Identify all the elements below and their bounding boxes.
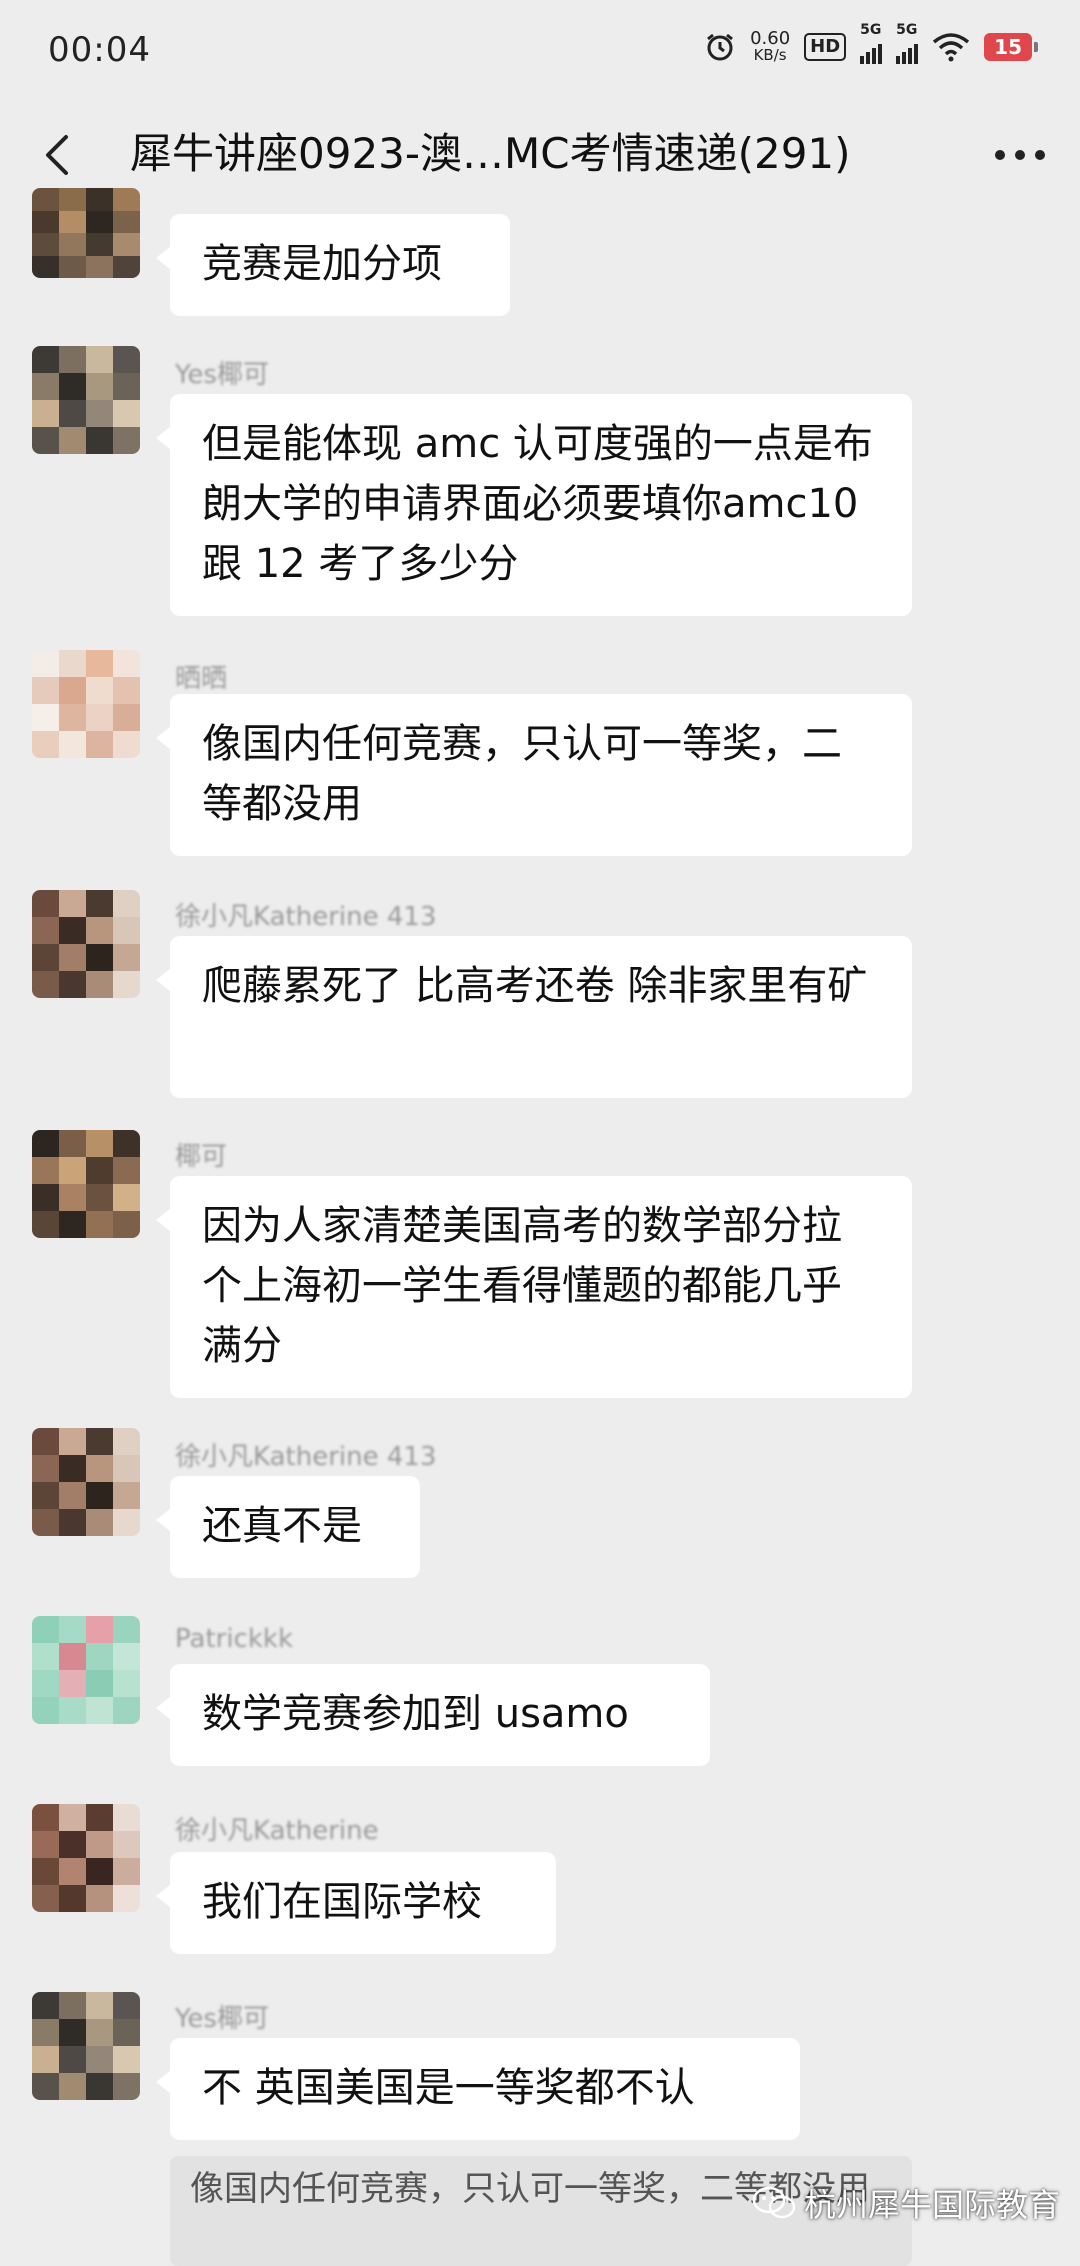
message-bubble[interactable]: 我们在国际学校 xyxy=(156,1852,556,1954)
sender-name: 徐小凡Katherine 413 xyxy=(175,902,437,932)
sender-name: 椰可 xyxy=(175,1142,228,1172)
avatar[interactable] xyxy=(32,1804,140,1912)
message-text: 我们在国际学校 xyxy=(202,1879,482,1925)
chat-header: 犀牛讲座0923-澳…MC考情速递(291) xyxy=(0,100,1080,210)
message-text: 爬藤累死了 比高考还卷 除非家里有矿 xyxy=(202,963,868,1009)
signal-icon-sim2: 5G xyxy=(896,22,919,64)
back-arrow-icon[interactable] xyxy=(30,125,90,185)
avatar[interactable] xyxy=(32,346,140,454)
message-bubble[interactable]: 但是能体现 amc 认可度强的一点是布朗大学的申请界面必须要填你amc10 跟 … xyxy=(156,394,912,616)
sim1-label: 5G xyxy=(860,22,882,38)
avatar[interactable] xyxy=(32,1130,140,1238)
message-text: 像国内任何竞赛，只认可一等奖，二等都没用 xyxy=(202,721,842,827)
wechat-icon xyxy=(752,2186,796,2219)
message-bubble[interactable]: 还真不是 xyxy=(156,1476,420,1578)
hd-badge: HD xyxy=(804,33,847,61)
chat-title: 犀牛讲座0923-澳…MC考情速递(291) xyxy=(130,129,851,178)
message-bubble[interactable]: 不 英国美国是一等奖都不认 xyxy=(156,2038,800,2140)
status-icons: 0.60 KB/s HD 5G 5G 15 xyxy=(704,22,1038,64)
message-text: 还真不是 xyxy=(202,1503,362,1549)
message-text: 数学竞赛参加到 usamo xyxy=(202,1691,629,1737)
more-options-icon[interactable] xyxy=(990,140,1050,170)
status-time: 00:04 xyxy=(48,30,151,70)
wifi-icon xyxy=(933,33,970,62)
sender-name: Yes椰可 xyxy=(175,2004,269,2034)
message-bubble[interactable]: 像国内任何竞赛，只认可一等奖，二等都没用 xyxy=(156,694,912,856)
battery-indicator: 15 xyxy=(984,33,1038,61)
watermark: 杭州犀牛国际教育 xyxy=(752,2180,1060,2226)
network-speed: 0.60 KB/s xyxy=(750,28,791,64)
avatar[interactable] xyxy=(32,890,140,998)
sender-name: Patrickkk xyxy=(175,1624,294,1654)
message-text: 但是能体现 amc 认可度强的一点是布朗大学的申请界面必须要填你amc10 跟 … xyxy=(202,421,873,587)
message-text: 因为人家清楚美国高考的数学部分拉个上海初一学生看得懂题的都能几乎满分 xyxy=(202,1203,842,1369)
network-speed-unit: KB/s xyxy=(753,46,787,64)
sender-name: 徐小凡Katherine 413 xyxy=(175,1442,437,1472)
avatar[interactable] xyxy=(32,1428,140,1536)
message-bubble[interactable]: 爬藤累死了 比高考还卷 除非家里有矿 xyxy=(156,936,912,1098)
message-bubble[interactable]: 竞赛是加分项 xyxy=(156,214,510,316)
avatar[interactable] xyxy=(32,1616,140,1724)
message-bubble[interactable]: 因为人家清楚美国高考的数学部分拉个上海初一学生看得懂题的都能几乎满分 xyxy=(156,1176,912,1398)
avatar[interactable] xyxy=(32,1992,140,2100)
message-text: 不 英国美国是一等奖都不认 xyxy=(202,2065,695,2111)
sender-name: 晒晒 xyxy=(175,664,228,694)
sender-name: 徐小凡Katherine xyxy=(175,1816,379,1846)
sim2-label: 5G xyxy=(896,22,918,38)
watermark-text: 杭州犀牛国际教育 xyxy=(803,2186,1060,2224)
message-bubble[interactable]: 数学竞赛参加到 usamo xyxy=(156,1664,710,1766)
sender-name: Yes椰可 xyxy=(175,360,269,390)
avatar[interactable] xyxy=(32,188,140,278)
network-speed-value: 0.60 xyxy=(750,28,791,49)
alarm-icon xyxy=(707,33,733,61)
status-bar: 00:04 0.60 KB/s HD 5G 5G 15 xyxy=(0,0,1080,100)
message-text: 竞赛是加分项 xyxy=(202,241,442,287)
signal-icon-sim1: 5G xyxy=(860,22,883,64)
avatar[interactable] xyxy=(32,650,140,758)
